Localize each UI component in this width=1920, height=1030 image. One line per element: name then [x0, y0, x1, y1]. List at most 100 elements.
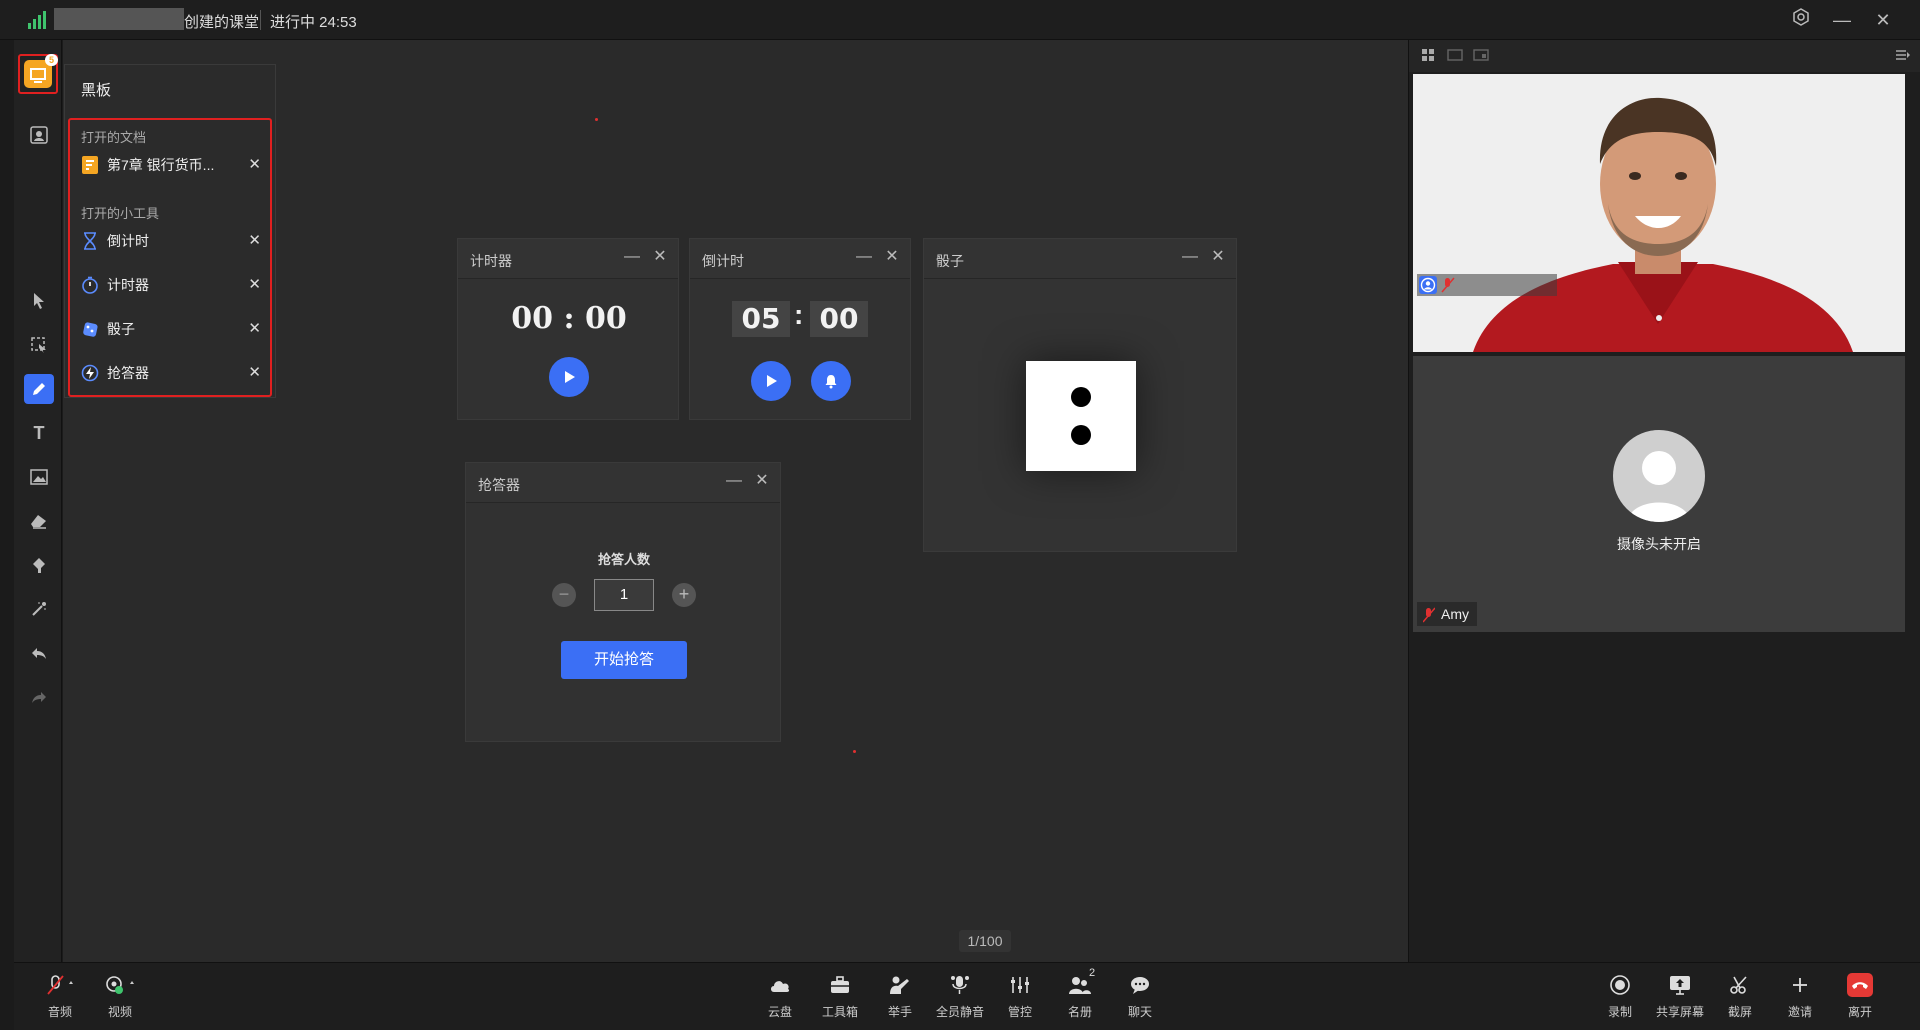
- tool-label: 骰子: [107, 321, 135, 337]
- participant-video-amy[interactable]: 摄像头未开启 Amy: [1413, 356, 1905, 632]
- settings-icon[interactable]: [1788, 8, 1814, 32]
- minimize-icon[interactable]: —: [1829, 8, 1855, 32]
- start-buzzer-button[interactable]: 开始抢答: [561, 641, 687, 679]
- redo-icon[interactable]: [24, 682, 54, 712]
- tool-item-buzzer[interactable]: 抢答器 ✕: [81, 360, 261, 386]
- close-widget-icon[interactable]: ✕: [1208, 245, 1228, 269]
- minimize-widget-icon[interactable]: —: [724, 469, 744, 493]
- share-screen-button[interactable]: 共享屏幕: [1650, 973, 1710, 1020]
- dice-face[interactable]: [1026, 361, 1136, 471]
- invite-button[interactable]: 邀请: [1770, 973, 1830, 1020]
- speaker-layout-icon[interactable]: [1447, 48, 1463, 64]
- widget-title: 骰子: [936, 253, 964, 269]
- document-label: 第7章 银行货币...: [107, 157, 215, 173]
- close-tool-icon[interactable]: ✕: [248, 231, 261, 249]
- host-icon: [1419, 276, 1437, 294]
- tools-section-label: 打开的小工具: [81, 206, 160, 221]
- area-select-icon[interactable]: [24, 330, 54, 360]
- tool-item-countdown[interactable]: 倒计时 ✕: [81, 228, 261, 254]
- leave-button[interactable]: 离开: [1830, 973, 1890, 1020]
- document-icon: [81, 156, 99, 174]
- redacted-name: [54, 8, 184, 30]
- ink-dot: [853, 750, 856, 753]
- text-tool-icon[interactable]: T: [24, 418, 54, 448]
- stopwatch-widget[interactable]: 计时器 — ✕ 00 : 00: [457, 238, 679, 420]
- chat-button[interactable]: 聊天: [1110, 973, 1170, 1020]
- close-tool-icon[interactable]: ✕: [248, 275, 261, 293]
- audio-button[interactable]: 音频: [30, 973, 90, 1020]
- fill-bucket-icon[interactable]: [24, 550, 54, 580]
- toolbox-button[interactable]: 工具箱: [810, 973, 870, 1020]
- tool-label: 倒计时: [107, 233, 149, 249]
- image-insert-icon[interactable]: [24, 462, 54, 492]
- widget-header[interactable]: 骰子 — ✕: [924, 239, 1236, 279]
- title-bar: 创建的课堂 进行中 24:53 — ✕: [0, 0, 1920, 40]
- widget-header[interactable]: 倒计时 — ✕: [690, 239, 910, 279]
- divider: [260, 10, 261, 30]
- blackboard-title: 黑板: [81, 82, 112, 99]
- participant-name-tag: [1417, 274, 1557, 296]
- raise-hand-button[interactable]: 举手: [870, 973, 930, 1020]
- document-item[interactable]: 第7章 银行货币... ✕: [81, 152, 261, 178]
- pip-layout-icon[interactable]: [1473, 48, 1489, 64]
- participant-video-teacher[interactable]: [1413, 74, 1905, 352]
- page-indicator: 1/100: [959, 930, 1011, 952]
- controls-button[interactable]: 管控: [990, 973, 1050, 1020]
- dice-icon: [81, 320, 99, 338]
- widget-header[interactable]: 抢答器 — ✕: [466, 463, 780, 503]
- close-window-icon[interactable]: ✕: [1870, 8, 1896, 32]
- decrement-button[interactable]: −: [552, 583, 576, 607]
- roster-count: 2: [1089, 967, 1096, 979]
- roster-button[interactable]: 2 名册: [1050, 967, 1110, 1020]
- select-pointer-icon[interactable]: [24, 286, 54, 316]
- screenshot-button[interactable]: 截屏: [1710, 973, 1770, 1020]
- mute-all-icon: [951, 976, 969, 994]
- tool-item-stopwatch[interactable]: 计时器 ✕: [81, 272, 261, 298]
- signal-icon: [28, 11, 46, 29]
- controls-icon: [1011, 977, 1029, 993]
- collapse-panel-icon[interactable]: [1895, 48, 1911, 64]
- minimize-widget-icon[interactable]: —: [622, 245, 642, 269]
- buzzer-widget[interactable]: 抢答器 — ✕ 抢答人数 − 1 + 开始抢答: [465, 462, 781, 742]
- hourglass-icon: [81, 232, 99, 250]
- video-button[interactable]: 视频: [90, 973, 150, 1020]
- class-status: 进行中 24:53: [270, 14, 357, 31]
- tool-item-dice[interactable]: 骰子 ✕: [81, 316, 261, 342]
- countdown-minutes[interactable]: 05: [732, 301, 790, 337]
- widget-header[interactable]: 计时器 — ✕: [458, 239, 678, 279]
- blackboard-button[interactable]: 5: [18, 54, 58, 94]
- undo-icon[interactable]: [24, 638, 54, 668]
- alarm-button[interactable]: [811, 361, 851, 401]
- screen-capture-icon[interactable]: [24, 120, 54, 150]
- grid-layout-icon[interactable]: [1421, 48, 1437, 64]
- room-name: 创建的课堂: [184, 14, 260, 31]
- dice-widget[interactable]: 骰子 — ✕: [923, 238, 1237, 552]
- buzzer-icon: [81, 364, 99, 382]
- close-tool-icon[interactable]: ✕: [248, 319, 261, 337]
- countdown-seconds[interactable]: 00: [810, 301, 868, 337]
- ink-dot: [595, 118, 598, 121]
- countdown-widget[interactable]: 倒计时 — ✕ 05 : 00: [689, 238, 911, 420]
- record-button[interactable]: 录制: [1590, 973, 1650, 1020]
- close-tool-icon[interactable]: ✕: [248, 363, 261, 381]
- close-widget-icon[interactable]: ✕: [650, 245, 670, 269]
- cloud-drive-button[interactable]: 云盘: [750, 973, 810, 1020]
- laser-pointer-icon[interactable]: [24, 594, 54, 624]
- increment-button[interactable]: +: [672, 583, 696, 607]
- camera-icon: [106, 976, 134, 994]
- left-toolbar: 5 T: [14, 40, 62, 962]
- close-widget-icon[interactable]: ✕: [882, 245, 902, 269]
- pen-icon[interactable]: [24, 374, 54, 404]
- play-button[interactable]: [751, 361, 791, 401]
- minimize-widget-icon[interactable]: —: [854, 245, 874, 269]
- close-document-icon[interactable]: ✕: [248, 155, 261, 173]
- mute-all-button[interactable]: 全员静音: [930, 973, 990, 1020]
- stopwatch-icon: [81, 276, 99, 294]
- eraser-icon[interactable]: [24, 506, 54, 536]
- buzzer-count-input[interactable]: 1: [594, 579, 654, 611]
- minimize-widget-icon[interactable]: —: [1180, 245, 1200, 269]
- close-widget-icon[interactable]: ✕: [752, 469, 772, 493]
- play-button[interactable]: [549, 357, 589, 397]
- screenshot-icon: [1730, 976, 1747, 994]
- mic-muted-icon: [1422, 606, 1436, 630]
